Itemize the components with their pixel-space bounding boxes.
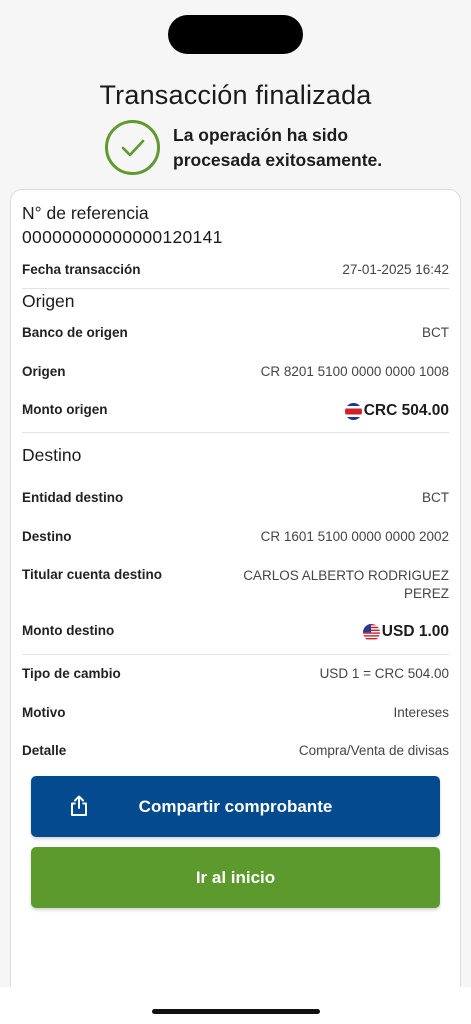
reason-value: Intereses bbox=[393, 705, 449, 720]
reason-row: Motivo Intereses bbox=[22, 705, 449, 720]
exchange-rate-row: Tipo de cambio USD 1 = CRC 504.00 bbox=[22, 666, 449, 681]
origin-bank-row: Banco de origen BCT bbox=[22, 325, 449, 340]
share-receipt-label: Compartir comprobante bbox=[138, 796, 333, 816]
costa-rica-flag-icon bbox=[344, 402, 362, 420]
reference-value: 00000000000000120141 bbox=[22, 227, 223, 247]
origin-account-label: Origen bbox=[22, 364, 66, 379]
detail-label: Detalle bbox=[22, 743, 67, 758]
share-icon bbox=[69, 795, 89, 822]
origin-amount-value: CRC 504.00 bbox=[363, 402, 449, 419]
destination-entity-label: Entidad destino bbox=[22, 490, 124, 505]
detail-value: Compra/Venta de divisas bbox=[298, 743, 449, 758]
origin-account-value: CR 8201 5100 0000 0000 1008 bbox=[260, 364, 449, 379]
success-message-line1: La operación ha sido bbox=[173, 124, 349, 145]
destination-entity-value: BCT bbox=[422, 490, 449, 505]
check-circle-icon bbox=[105, 120, 160, 175]
share-receipt-button[interactable]: Compartir comprobante bbox=[31, 776, 440, 837]
destination-entity-row: Entidad destino BCT bbox=[22, 490, 449, 505]
success-message-line2: procesada exitosamente. bbox=[173, 149, 383, 170]
usa-flag-icon bbox=[362, 623, 380, 641]
destination-account-row: Destino CR 1601 5100 0000 0000 2002 bbox=[22, 529, 449, 544]
destination-section-title: Destino bbox=[22, 445, 82, 465]
success-banner: La operación ha sido procesada exitosame… bbox=[105, 120, 382, 175]
destination-holder-value: CARLOS ALBERTO RODRIGUEZ PEREZ bbox=[243, 567, 449, 603]
destination-amount-value: USD 1.00 bbox=[381, 623, 449, 640]
destination-account-value: CR 1601 5100 0000 0000 2002 bbox=[260, 529, 449, 544]
destination-account-label: Destino bbox=[22, 529, 72, 544]
dynamic-island bbox=[168, 15, 303, 54]
exchange-rate-label: Tipo de cambio bbox=[22, 666, 121, 681]
page-title: Transacción finalizada bbox=[99, 80, 372, 110]
date-label: Fecha transacción bbox=[22, 262, 141, 277]
origin-bank-label: Banco de origen bbox=[22, 325, 128, 340]
date-row: Fecha transacción 27-01-2025 16:42 bbox=[22, 262, 449, 277]
exchange-rate-value: USD 1 = CRC 504.00 bbox=[319, 666, 449, 681]
origin-bank-value: BCT bbox=[422, 325, 449, 340]
destination-holder-label: Titular cuenta destino bbox=[22, 567, 163, 582]
go-home-button[interactable]: Ir al inicio bbox=[31, 847, 440, 908]
reason-label: Motivo bbox=[22, 705, 66, 720]
date-value: 27-01-2025 16:42 bbox=[342, 262, 449, 277]
origin-amount-label: Monto origen bbox=[22, 402, 108, 417]
destination-holder-line2: PEREZ bbox=[403, 586, 449, 601]
home-indicator[interactable] bbox=[152, 1009, 320, 1014]
origin-amount: CRC 504.00 bbox=[344, 402, 449, 420]
origin-amount-row: Monto origen CRC 504.00 bbox=[22, 402, 449, 420]
bottom-safe-area bbox=[0, 987, 471, 1024]
origin-section-title: Origen bbox=[22, 291, 75, 311]
receipt-card: N° de referencia 00000000000000120141 Fe… bbox=[10, 189, 461, 1019]
destination-amount: USD 1.00 bbox=[362, 623, 449, 641]
destination-holder-line1: CARLOS ALBERTO RODRIGUEZ bbox=[243, 568, 449, 583]
success-message: La operación ha sido procesada exitosame… bbox=[173, 123, 382, 173]
divider bbox=[22, 432, 449, 433]
detail-row: Detalle Compra/Venta de divisas bbox=[22, 743, 449, 758]
divider bbox=[22, 288, 449, 289]
origin-account-row: Origen CR 8201 5100 0000 0000 1008 bbox=[22, 364, 449, 379]
destination-amount-row: Monto destino USD 1.00 bbox=[22, 623, 449, 641]
destination-holder-row: Titular cuenta destino CARLOS ALBERTO RO… bbox=[22, 567, 449, 603]
destination-amount-label: Monto destino bbox=[22, 623, 115, 638]
reference-label: N° de referencia bbox=[22, 203, 149, 223]
go-home-label: Ir al inicio bbox=[195, 867, 276, 887]
divider bbox=[22, 654, 449, 655]
